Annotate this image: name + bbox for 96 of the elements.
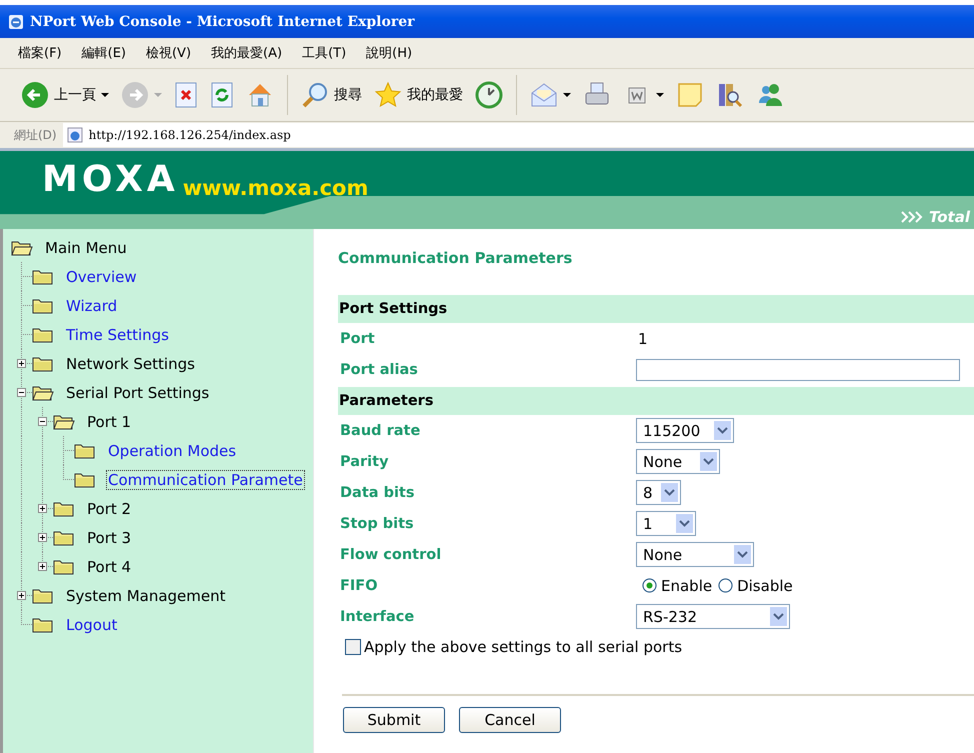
expander-icon[interactable] — [38, 417, 47, 426]
menu-item[interactable]: 說明(H) — [366, 44, 412, 62]
address-field[interactable]: http://192.168.126.254/index.asp — [62, 123, 974, 147]
folder-icon — [53, 530, 75, 546]
expander-icon[interactable] — [17, 388, 26, 397]
menu-item[interactable]: Port 3 — [85, 528, 134, 548]
menu-item[interactable]: 工具(T) — [302, 44, 346, 62]
open-folder-icon — [11, 240, 33, 256]
dropdown[interactable]: 8 — [636, 480, 681, 505]
menu-item[interactable]: 我的最愛(A) — [211, 44, 282, 62]
folder-icon — [74, 442, 96, 458]
folder-icon — [32, 268, 54, 284]
back-icon — [21, 81, 49, 109]
folder-icon — [32, 616, 54, 632]
field-label: Parity — [339, 454, 390, 470]
dropdown[interactable]: None — [636, 449, 720, 474]
field-label: Port — [339, 330, 376, 346]
folder-icon — [32, 588, 54, 604]
search-icon — [301, 81, 329, 109]
field-label: Flow control — [339, 546, 442, 562]
menu-item[interactable]: Communication Paramete — [106, 470, 305, 490]
caret-icon — [563, 93, 571, 97]
dropdown[interactable]: None — [636, 542, 754, 567]
star-icon — [374, 81, 402, 109]
folder-icon — [53, 558, 75, 574]
menu-item[interactable]: Port 1 — [85, 412, 134, 432]
radio-icon[interactable] — [718, 578, 734, 593]
menu-item[interactable]: Wizard — [64, 296, 120, 316]
field-label: Baud rate — [339, 422, 422, 438]
window-title: NPort Web Console - Microsoft Internet Explorer — [30, 14, 414, 30]
form-button[interactable]: Submit — [343, 707, 445, 733]
folder-icon — [32, 356, 54, 372]
dropdown[interactable]: 1 — [636, 511, 696, 536]
expander-icon[interactable] — [17, 359, 26, 368]
radio-icon[interactable] — [642, 578, 657, 593]
folder-icon — [32, 298, 54, 314]
menu-item[interactable]: Logout — [64, 614, 120, 634]
books-icon — [716, 81, 744, 109]
menu-item[interactable]: Operation Modes — [106, 440, 238, 460]
menu-item[interactable]: Port 4 — [85, 556, 134, 576]
field-label: Interface — [339, 608, 416, 624]
menu-item[interactable]: Overview — [64, 266, 139, 286]
note-icon — [676, 81, 704, 109]
field-label: Data bits — [339, 484, 416, 500]
menu-item[interactable]: 編輯(E) — [82, 44, 126, 62]
open-folder-icon — [32, 384, 54, 400]
expander-icon[interactable] — [38, 562, 47, 571]
menu-item[interactable]: Time Settings — [64, 324, 172, 344]
forward-icon — [121, 81, 149, 109]
section-header: Parameters — [338, 387, 974, 415]
expander-icon[interactable] — [38, 504, 47, 513]
menu-item[interactable]: Serial Port Settings — [64, 382, 212, 402]
stop-icon — [174, 81, 198, 109]
chevrons-icon — [900, 210, 923, 222]
menu-item[interactable]: 檢視(V) — [146, 44, 192, 62]
menu-item[interactable]: System Management — [64, 586, 228, 606]
checkbox[interactable] — [345, 639, 361, 655]
toolbar-button[interactable]: 我的最愛 — [371, 79, 466, 111]
form-button[interactable]: Cancel — [459, 707, 561, 733]
tagline: Total — [928, 208, 970, 226]
field-label: Stop bits — [339, 516, 415, 532]
caret-icon — [154, 93, 162, 97]
people-icon — [756, 81, 784, 109]
open-folder-icon — [53, 414, 75, 430]
envelope-icon — [530, 81, 558, 109]
folder-icon — [32, 326, 54, 342]
menu-item[interactable]: Main Menu — [43, 238, 129, 258]
menu-item[interactable]: Port 2 — [85, 498, 134, 518]
field-value: 1 — [637, 330, 648, 348]
checkbox-label: Apply the above settings to all serial ports — [364, 638, 682, 656]
toolbar-button[interactable]: 上一頁 — [18, 79, 112, 111]
menu-item[interactable]: 檔案(F) — [18, 44, 62, 62]
radio-option[interactable]: Disable — [718, 576, 793, 594]
clock-icon — [475, 81, 503, 109]
section-header: Port Settings — [338, 295, 974, 323]
address-label: 網址(D) — [14, 126, 57, 144]
site-link[interactable]: www.moxa.com — [182, 176, 368, 200]
browser-icon — [8, 14, 24, 30]
page-icon — [66, 127, 83, 143]
field-label: Port alias — [339, 362, 419, 378]
refresh-icon — [210, 81, 234, 109]
caret-icon — [656, 93, 664, 97]
folder-icon — [53, 500, 75, 516]
dropdown[interactable]: 115200 — [636, 418, 734, 443]
folder-icon — [74, 472, 96, 488]
page-title: Communication Parameters — [338, 249, 574, 269]
expander-icon[interactable] — [17, 591, 26, 600]
toolbar-button[interactable]: 搜尋 — [298, 79, 365, 111]
radio-option[interactable]: Enable — [642, 576, 712, 594]
expander-icon[interactable] — [38, 533, 47, 542]
logo: MOXA — [42, 158, 179, 202]
dropdown[interactable]: RS-232 — [636, 604, 790, 629]
field-label: FIFO — [339, 578, 379, 594]
menu-item[interactable]: Network Settings — [64, 354, 197, 374]
alias-field[interactable] — [636, 358, 960, 380]
caret-icon — [101, 93, 109, 97]
